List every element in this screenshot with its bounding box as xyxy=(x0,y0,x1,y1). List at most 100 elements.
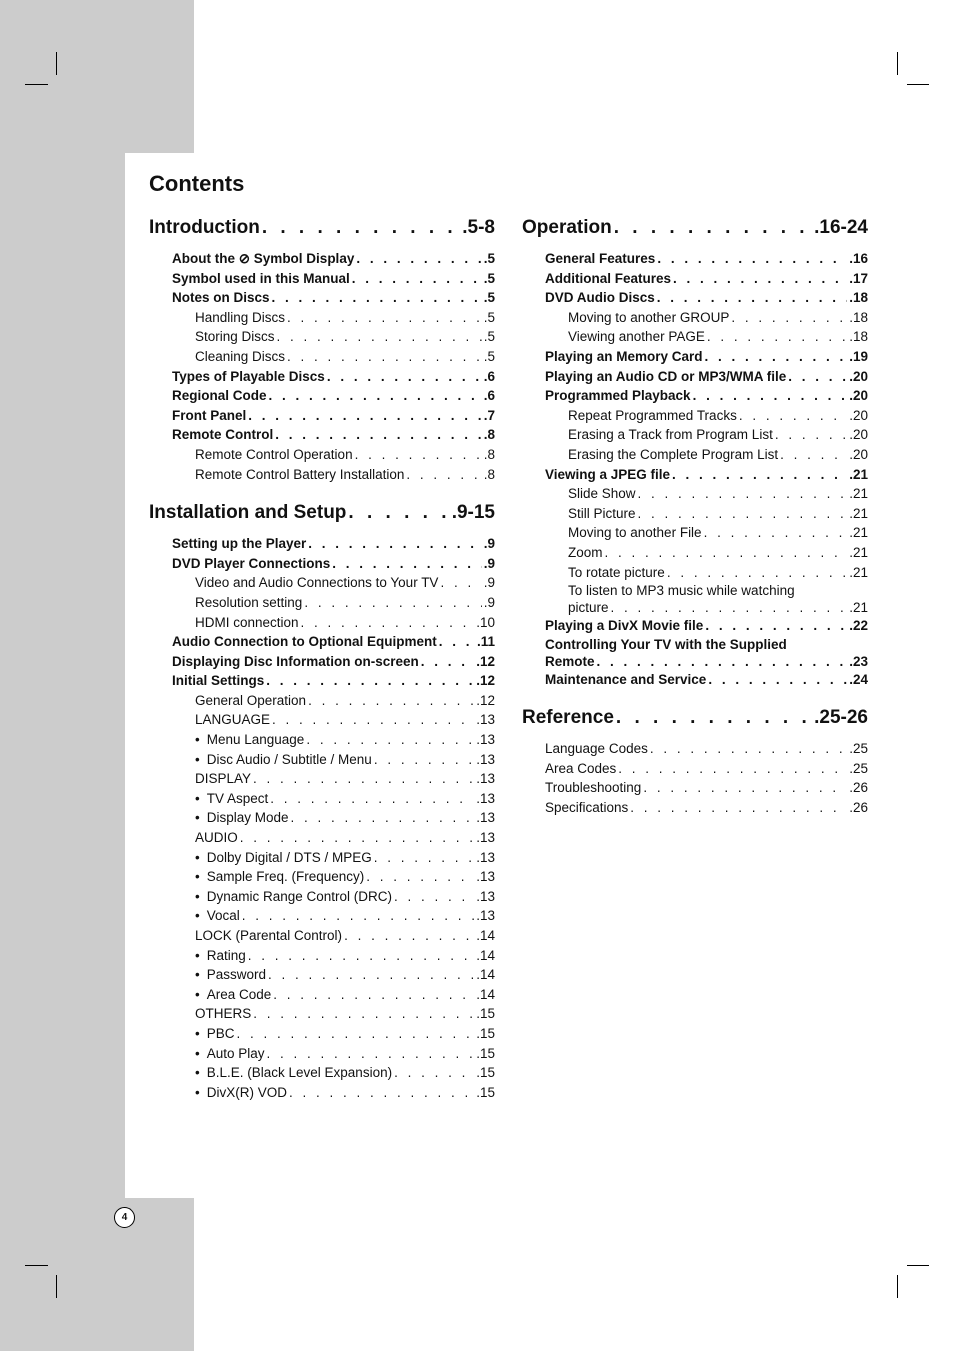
toc-entry[interactable]: LOCK (Parental Control) .14 xyxy=(149,926,495,946)
toc-entry[interactable]: Disc Audio / Subtitle / Menu .13 xyxy=(149,750,495,770)
toc-entry[interactable]: Playing an Memory Card .19 xyxy=(522,347,868,367)
toc-entry[interactable]: TV Aspect .13 xyxy=(149,789,495,809)
toc-entry[interactable]: Remote Control Operation .8 xyxy=(149,445,495,465)
entry-label: Notes on Discs xyxy=(172,290,270,306)
toc-entry[interactable]: About the ⊘ Symbol Display .5 xyxy=(149,249,495,269)
toc-entry[interactable]: Erasing a Track from Program List .20 xyxy=(522,425,868,445)
toc-entry[interactable]: Display Mode .13 xyxy=(149,808,495,828)
toc-entry[interactable]: Still Picture .21 xyxy=(522,504,868,524)
dot-leader xyxy=(344,926,474,946)
toc-entry[interactable]: Repeat Programmed Tracks .20 xyxy=(522,406,868,426)
entry-page: .9 xyxy=(483,536,495,552)
toc-entry[interactable]: General Features .16 xyxy=(522,249,868,269)
toc-entry[interactable]: Specifications .26 xyxy=(522,798,868,818)
entry-page: .21 xyxy=(849,505,868,521)
dot-leader xyxy=(272,288,482,308)
toc-entry[interactable]: Viewing another PAGE .18 xyxy=(522,327,868,347)
toc-entry[interactable]: Area Codes .25 xyxy=(522,759,868,779)
toc-entry[interactable]: Displaying Disc Information on-screen .12 xyxy=(149,652,495,672)
toc-entry[interactable]: Viewing a JPEG file .21 xyxy=(522,465,868,485)
toc-entry[interactable]: B.L.E. (Black Level Expansion) .15 xyxy=(149,1063,495,1083)
toc-entry[interactable]: Audio Connection to Optional Equipment .1… xyxy=(149,632,495,652)
toc-entry[interactable]: Initial Settings .12 xyxy=(149,671,495,691)
toc-entry[interactable]: Slide Show .21 xyxy=(522,484,868,504)
entry-page: .11 xyxy=(476,634,495,650)
toc-entry[interactable]: Zoom .21 xyxy=(522,543,868,563)
dot-leader xyxy=(421,652,474,672)
toc-entry[interactable]: Programmed Playback .20 xyxy=(522,386,868,406)
toc-entry-line1[interactable]: To listen to MP3 music while watching xyxy=(522,582,868,599)
entry-label: Dolby Digital / DTS / MPEG xyxy=(195,848,372,868)
dot-leader xyxy=(287,308,482,328)
toc-entry-line1[interactable]: Controlling Your TV with the Supplied xyxy=(522,636,868,653)
toc-entry[interactable]: Setting up the Player .9 xyxy=(149,534,495,554)
toc-entry[interactable]: OTHERS .15 xyxy=(149,1004,495,1024)
toc-entry[interactable]: Remote .23 xyxy=(522,653,868,670)
gray-margin-left xyxy=(0,153,125,1198)
toc-section-heading[interactable]: Operation .16-24 xyxy=(522,217,868,243)
toc-entry[interactable]: Remote Control .8 xyxy=(149,425,495,445)
dot-leader xyxy=(332,554,481,574)
toc-entry[interactable]: Playing a DivX Movie file .22 xyxy=(522,616,868,636)
toc-entry[interactable]: LANGUAGE .13 xyxy=(149,710,495,730)
toc-entry[interactable]: DivX(R) VOD .15 xyxy=(149,1083,495,1103)
toc-entry[interactable]: Video and Audio Connections to Your TV .9 xyxy=(149,573,495,593)
toc-entry[interactable]: Troubleshooting .26 xyxy=(522,778,868,798)
toc-entry[interactable]: Dolby Digital / DTS / MPEG .13 xyxy=(149,848,495,868)
toc-entry[interactable]: General Operation .12 xyxy=(149,691,495,711)
entry-label: Playing an Audio CD or MP3/WMA file xyxy=(545,368,787,384)
toc-entry[interactable]: Symbol used in this Manual .5 xyxy=(149,269,495,289)
toc-section-heading[interactable]: Installation and Setup .9-15 xyxy=(149,502,495,528)
dot-leader xyxy=(327,367,482,387)
entry-label: DVD Audio Discs xyxy=(545,290,655,306)
toc-entry[interactable]: Vocal .13 xyxy=(149,906,495,926)
toc-entry[interactable]: Regional Code .6 xyxy=(149,386,495,406)
toc-entry[interactable]: Notes on Discs .5 xyxy=(149,288,495,308)
toc-entry[interactable]: Maintenance and Service .24 xyxy=(522,670,868,690)
toc-entry[interactable]: Storing Discs .5 xyxy=(149,327,495,347)
dot-leader xyxy=(273,985,474,1005)
toc-entry[interactable]: Remote Control Battery Installation .8 xyxy=(149,465,495,485)
entry-page: .12 xyxy=(476,692,495,708)
toc-entry[interactable]: HDMI connection .10 xyxy=(149,613,495,633)
toc-entry[interactable]: Area Code .14 xyxy=(149,985,495,1005)
entry-page: .20 xyxy=(849,388,868,404)
toc-entry[interactable]: Rating .14 xyxy=(149,946,495,966)
toc-entry[interactable]: DISPLAY .13 xyxy=(149,769,495,789)
toc-section-heading[interactable]: Introduction .5-8 xyxy=(149,217,495,243)
toc-entry[interactable]: Handling Discs .5 xyxy=(149,308,495,328)
entry-label: Viewing a JPEG file xyxy=(545,466,671,482)
toc-entry[interactable]: Cleaning Discs .5 xyxy=(149,347,495,367)
toc-entry[interactable]: DVD Audio Discs .18 xyxy=(522,288,868,308)
entry-label: Remote Control xyxy=(172,427,274,443)
toc-entry[interactable]: Sample Freq. (Frequency) .13 xyxy=(149,867,495,887)
entry-page: .6 xyxy=(483,368,495,384)
toc-entry[interactable]: picture .21 xyxy=(522,599,868,616)
toc-entry[interactable]: Auto Play .15 xyxy=(149,1044,495,1064)
toc-entry[interactable]: Password .14 xyxy=(149,965,495,985)
entry-page: .21 xyxy=(849,544,868,560)
toc-entry[interactable]: AUDIO .13 xyxy=(149,828,495,848)
toc-entry[interactable]: Moving to another File .21 xyxy=(522,523,868,543)
dot-leader xyxy=(287,347,482,367)
toc-entry[interactable]: Front Panel .7 xyxy=(149,406,495,426)
entry-label: OTHERS xyxy=(195,1006,252,1022)
entry-label: Symbol used in this Manual xyxy=(172,270,350,286)
toc-entry[interactable]: Moving to another GROUP .18 xyxy=(522,308,868,328)
toc-entry[interactable]: Erasing the Complete Program List .20 xyxy=(522,445,868,465)
toc-entry[interactable]: Types of Playable Discs .6 xyxy=(149,367,495,387)
entry-page: .9 xyxy=(483,555,495,571)
entry-label: Audio Connection to Optional Equipment xyxy=(172,634,437,650)
toc-entry[interactable]: DVD Player Connections .9 xyxy=(149,554,495,574)
entry-page: .13 xyxy=(476,849,495,865)
entry-label-line1: Controlling Your TV with the Supplied xyxy=(545,636,787,652)
toc-entry[interactable]: Language Codes .25 xyxy=(522,739,868,759)
toc-entry[interactable]: To rotate picture .21 xyxy=(522,563,868,583)
toc-entry[interactable]: Playing an Audio CD or MP3/WMA file .20 xyxy=(522,367,868,387)
toc-entry[interactable]: Menu Language .13 xyxy=(149,730,495,750)
toc-entry[interactable]: Additional Features .17 xyxy=(522,269,868,289)
toc-entry[interactable]: Dynamic Range Control (DRC) .13 xyxy=(149,887,495,907)
toc-entry[interactable]: PBC .15 xyxy=(149,1024,495,1044)
toc-section-heading[interactable]: Reference .25-26 xyxy=(522,707,868,733)
toc-entry[interactable]: Resolution setting .9 xyxy=(149,593,495,613)
